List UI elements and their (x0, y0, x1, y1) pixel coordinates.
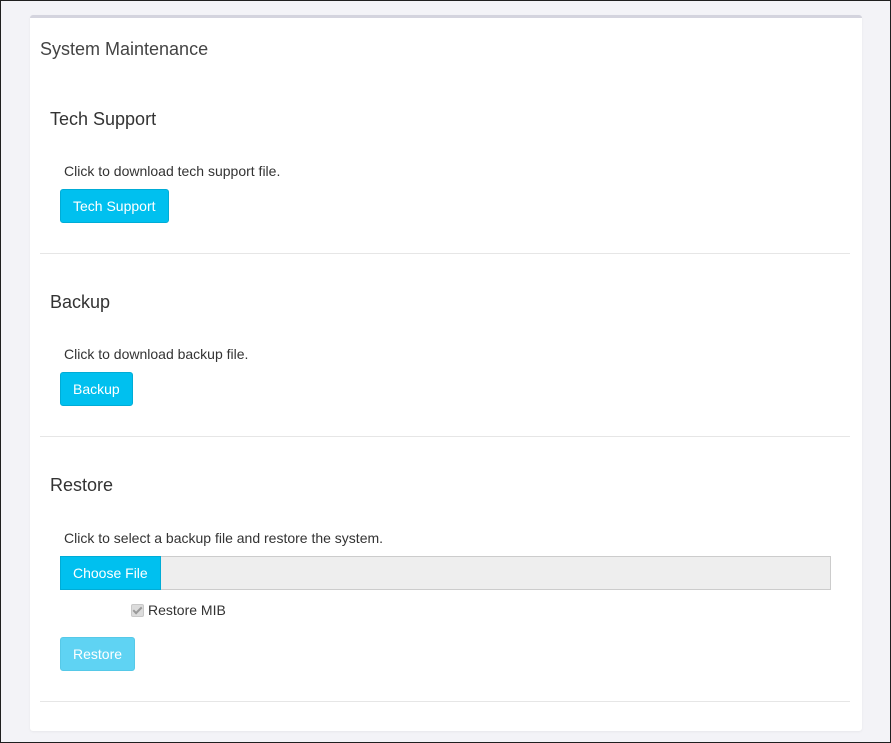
tech-support-button[interactable]: Tech Support (60, 189, 169, 223)
backup-description: Click to download backup file. (64, 346, 249, 362)
restore-mib-checkbox[interactable] (131, 603, 144, 617)
system-maintenance-panel: System Maintenance Tech Support Click to… (30, 15, 862, 731)
restore-button[interactable]: Restore (60, 637, 136, 671)
restore-description: Click to select a backup file and restor… (64, 530, 384, 546)
tech-support-heading: Tech Support (50, 109, 157, 129)
backup-button[interactable]: Backup (60, 372, 133, 406)
restore-mib-row: Restore MIB (131, 601, 226, 619)
tech-support-description: Click to download tech support file. (64, 163, 281, 179)
tech-support-section: Tech Support Click to download tech supp… (40, 18, 850, 254)
backup-section: Backup Click to download backup file. Ba… (40, 254, 850, 437)
restore-section: Restore Click to select a backup file an… (40, 437, 850, 702)
choose-file-button[interactable]: Choose File (60, 556, 161, 590)
restore-heading: Restore (50, 475, 114, 495)
restore-mib-label: Restore MIB (148, 602, 226, 618)
restore-file-input[interactable]: Choose File (60, 556, 831, 590)
backup-heading: Backup (50, 292, 111, 312)
